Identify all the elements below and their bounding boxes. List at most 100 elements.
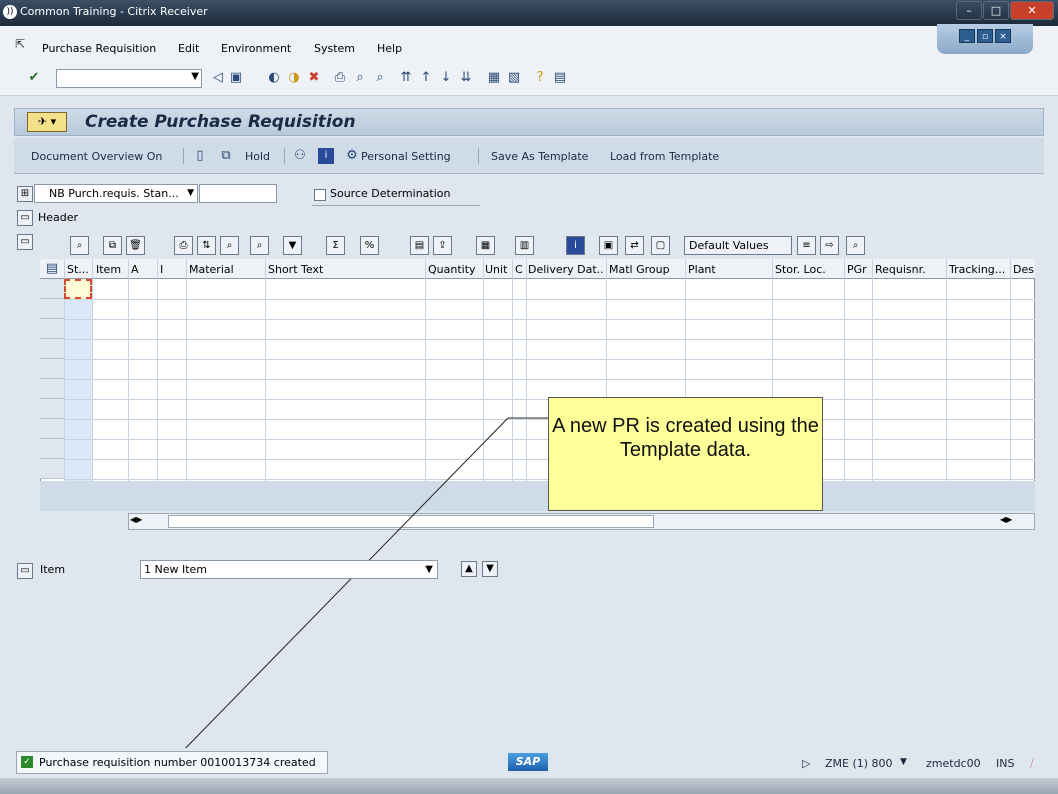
- create-session-icon[interactable]: ▦: [486, 70, 502, 86]
- next-item-icon[interactable]: ▼: [482, 561, 498, 577]
- info-icon[interactable]: i: [318, 148, 334, 164]
- close-icon[interactable]: ✕: [1010, 1, 1054, 20]
- subtotal-icon[interactable]: %: [360, 236, 379, 255]
- row-selector[interactable]: [40, 359, 64, 379]
- print-list-icon[interactable]: ⎙: [174, 236, 193, 255]
- chevron-down-icon[interactable]: ▼: [900, 757, 907, 767]
- default-values-button[interactable]: Default Values: [684, 236, 792, 255]
- chevron-down-icon[interactable]: ▼: [187, 185, 194, 202]
- find-in-grid-icon[interactable]: ⌕: [220, 236, 239, 255]
- other-document-icon[interactable]: ⧉: [218, 148, 234, 164]
- row-selector[interactable]: [40, 439, 64, 459]
- last-page-icon[interactable]: ⇊: [458, 70, 474, 86]
- chevron-down-icon[interactable]: ▼: [191, 71, 199, 82]
- row-selector[interactable]: [40, 459, 64, 479]
- menu-system[interactable]: System: [314, 42, 355, 55]
- assign-icon[interactable]: ⇄: [625, 236, 644, 255]
- binoculars-icon[interactable]: ⌕: [846, 236, 865, 255]
- sap-restore-icon[interactable]: ▫: [977, 29, 993, 43]
- source-determination-checkbox[interactable]: [314, 189, 326, 201]
- status-message[interactable]: Purchase requisition number 0010013734 c…: [16, 751, 328, 774]
- column-category[interactable]: I: [160, 263, 185, 276]
- item-detail-icon[interactable]: ▭: [17, 563, 33, 579]
- menu-environment[interactable]: Environment: [221, 42, 291, 55]
- chevron-down-icon[interactable]: ▼: [425, 561, 433, 578]
- input-mode[interactable]: INS: [996, 757, 1014, 770]
- column-delivery-date[interactable]: Delivery Dat...: [528, 263, 604, 276]
- help-icon[interactable]: ?: [532, 70, 548, 86]
- exit-icon[interactable]: ◑: [286, 70, 302, 86]
- column-requisitioner[interactable]: Requisnr.: [875, 263, 945, 276]
- column-material-group[interactable]: Matl Group: [609, 263, 683, 276]
- first-page-icon[interactable]: ⇈: [398, 70, 414, 86]
- copy-icon[interactable]: ⧉: [103, 236, 122, 255]
- collapse-items-icon[interactable]: ▭: [17, 234, 33, 250]
- list-icon[interactable]: ≡: [797, 236, 816, 255]
- views-icon[interactable]: ▦: [476, 236, 495, 255]
- cancel-icon[interactable]: ✖: [306, 70, 322, 86]
- find-icon[interactable]: ⌕: [352, 70, 368, 86]
- document-overview-button[interactable]: Document Overview On: [31, 150, 162, 163]
- column-c[interactable]: C: [515, 263, 525, 276]
- cart-icon[interactable]: ⊞: [17, 186, 33, 202]
- next-page-icon[interactable]: ↓: [438, 70, 454, 86]
- column-plant[interactable]: Plant: [688, 263, 770, 276]
- print-icon[interactable]: ⎙: [332, 70, 348, 86]
- load-from-template-button[interactable]: Load from Template: [610, 150, 719, 163]
- column-account[interactable]: A: [131, 263, 156, 276]
- layout-icon[interactable]: ▥: [515, 236, 534, 255]
- expand-status-icon[interactable]: ▷: [802, 757, 810, 770]
- row-selector[interactable]: [40, 419, 64, 439]
- details-icon[interactable]: ⌕: [70, 236, 89, 255]
- org-icon[interactable]: ⚇: [292, 148, 308, 164]
- document-icon[interactable]: ▣: [599, 236, 618, 255]
- column-short-text[interactable]: Short Text: [268, 263, 424, 276]
- back-icon[interactable]: ◐: [266, 70, 282, 86]
- save-icon[interactable]: ▣: [228, 70, 244, 86]
- column-description[interactable]: Des: [1013, 263, 1035, 276]
- column-unit[interactable]: Unit: [485, 263, 511, 276]
- personal-setting-button[interactable]: Personal Setting: [361, 150, 451, 163]
- menu-exit-icon[interactable]: ⇱: [12, 36, 28, 52]
- layout-menu-icon[interactable]: ▤: [552, 70, 568, 86]
- column-material[interactable]: Material: [189, 263, 265, 276]
- previous-item-icon[interactable]: ▲: [461, 561, 477, 577]
- previous-page-icon[interactable]: ↑: [418, 70, 434, 86]
- minimize-icon[interactable]: –: [956, 1, 982, 20]
- select-all-icon[interactable]: ▤: [44, 261, 60, 277]
- command-field[interactable]: ▼: [56, 69, 202, 88]
- shortcut-icon[interactable]: ▧: [506, 70, 522, 86]
- save-as-template-button[interactable]: Save As Template: [491, 150, 588, 163]
- system-info[interactable]: ZME (1) 800: [825, 757, 893, 770]
- hold-button[interactable]: Hold: [245, 150, 270, 163]
- sap-minimize-icon[interactable]: _: [959, 29, 975, 43]
- row-selector[interactable]: [40, 399, 64, 419]
- export-icon[interactable]: ⇪: [433, 236, 452, 255]
- scrollbar-thumb[interactable]: [168, 515, 654, 528]
- column-status[interactable]: St...: [67, 263, 91, 276]
- document-number-input[interactable]: [199, 184, 277, 203]
- column-purchasing-group[interactable]: PGr: [847, 263, 871, 276]
- transfer-icon[interactable]: ⇨: [820, 236, 839, 255]
- row-selector[interactable]: [40, 279, 64, 299]
- column-storage-location[interactable]: Stor. Loc.: [775, 263, 843, 276]
- scroll-left-icon[interactable]: ◀▶: [130, 515, 142, 524]
- row-selector[interactable]: [40, 339, 64, 359]
- status-icon[interactable]: ▢: [651, 236, 670, 255]
- row-selector[interactable]: [40, 379, 64, 399]
- back-arrow-icon[interactable]: ◁: [210, 70, 226, 86]
- delete-icon[interactable]: 🗑: [126, 236, 145, 255]
- row-selector[interactable]: [40, 319, 64, 339]
- document-type-select[interactable]: NB Purch.requis. Stan... ▼: [34, 184, 198, 203]
- active-cell[interactable]: [64, 279, 92, 299]
- maximize-icon[interactable]: □: [983, 1, 1009, 20]
- find-next-grid-icon[interactable]: ⌕: [250, 236, 269, 255]
- enter-icon[interactable]: ✔: [26, 70, 42, 86]
- sap-close-icon[interactable]: ×: [995, 29, 1011, 43]
- filter-icon[interactable]: ▼: [283, 236, 302, 255]
- sum-icon[interactable]: Σ: [326, 236, 345, 255]
- column-quantity[interactable]: Quantity: [428, 263, 482, 276]
- personal-setting-icon[interactable]: ⚙: [344, 148, 360, 164]
- menu-edit[interactable]: Edit: [178, 42, 199, 55]
- menu-purchase-requisition[interactable]: Purchase Requisition: [42, 42, 156, 55]
